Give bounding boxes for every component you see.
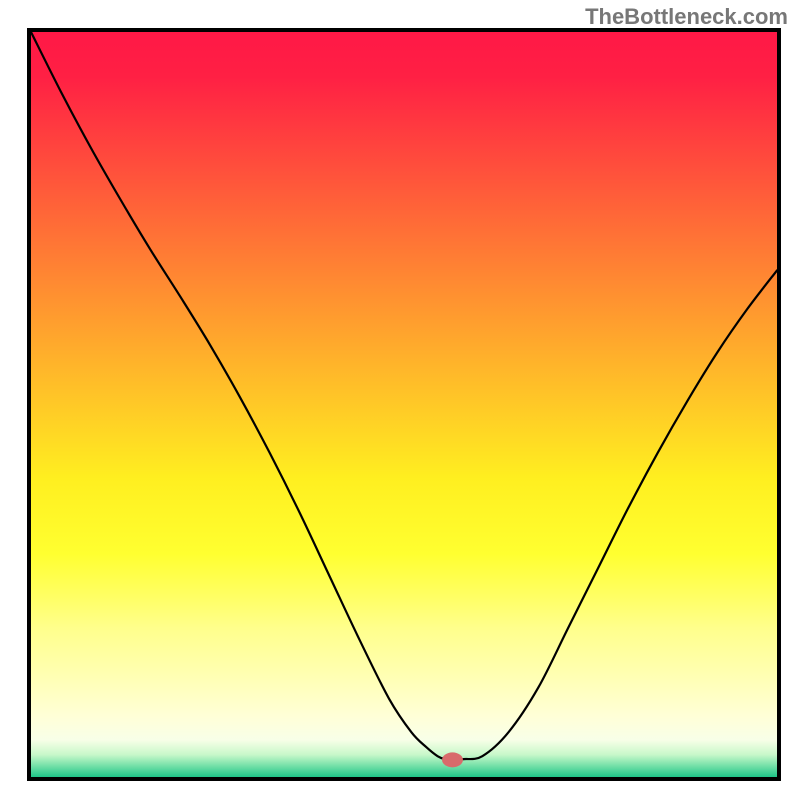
chart-background-gradient <box>31 32 777 777</box>
optimal-point-marker <box>442 752 463 767</box>
watermark: TheBottleneck.com <box>585 4 788 30</box>
bottleneck-chart-frame <box>27 28 781 781</box>
bottleneck-chart <box>31 32 777 777</box>
